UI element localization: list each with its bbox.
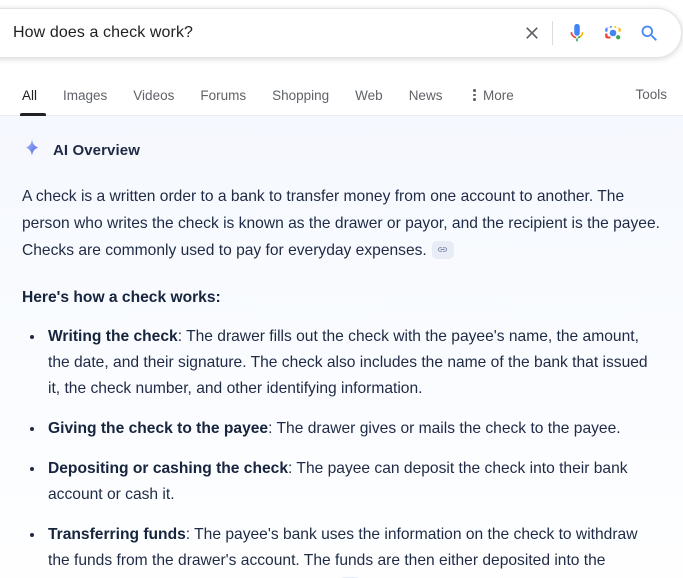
tab-web[interactable]: Web [342,88,396,116]
tab-forums[interactable]: Forums [187,88,259,116]
tools-button[interactable]: Tools [635,87,667,115]
bullet-term: Giving the check to the payee [48,420,269,437]
ai-paragraph-text: A check is a written order to a bank to … [22,188,660,259]
bullet-term: Writing the check [48,328,178,345]
tab-news[interactable]: News [396,88,456,116]
search-submit-icon[interactable] [631,15,667,51]
search-header [0,0,683,68]
ai-overview-body: A check is a written order to a bank to … [22,183,662,578]
list-item: Writing the check: The drawer fills out … [22,324,662,402]
list-item: Depositing or cashing the check: The pay… [22,456,662,508]
nav-tab-list: All Images Videos Forums Shopping Web Ne… [16,87,635,116]
bullet-term: Depositing or cashing the check [48,460,289,477]
search-nav-tabs: All Images Videos Forums Shopping Web Ne… [0,68,683,116]
ai-overview-panel: AI Overview A check is a written order t… [0,116,683,578]
more-vertical-icon [473,89,476,101]
bullet-term: Transferring funds [48,526,186,543]
search-box[interactable] [0,8,682,58]
more-label: More [482,87,514,103]
list-item: Giving the check to the payee: The drawe… [22,416,662,442]
ai-overview-title: AI Overview [53,142,140,159]
clear-icon[interactable] [514,15,550,51]
sparkle-icon [22,138,42,163]
bullet-text: : The drawer gives or mails the check to… [268,420,621,437]
list-item: Transferring funds: The payee's bank use… [22,522,662,578]
ai-overview-header: AI Overview [22,138,667,163]
ai-overview-paragraph: A check is a written order to a bank to … [22,183,662,264]
tab-videos[interactable]: Videos [120,88,187,116]
more-menu-button[interactable]: More [455,87,526,116]
tab-images[interactable]: Images [50,88,120,116]
tab-shopping[interactable]: Shopping [259,88,342,116]
link-icon [438,247,448,253]
ai-overview-bullet-list: Writing the check: The drawer fills out … [22,324,662,578]
search-actions [514,15,667,51]
search-input[interactable] [13,24,514,42]
google-lens-icon[interactable] [595,15,631,51]
citation-chip[interactable] [431,240,454,259]
tab-all[interactable]: All [16,88,50,116]
microphone-icon[interactable] [559,15,595,51]
search-divider [552,21,553,45]
ai-overview-subheading: Here's how a check works: [22,289,221,306]
